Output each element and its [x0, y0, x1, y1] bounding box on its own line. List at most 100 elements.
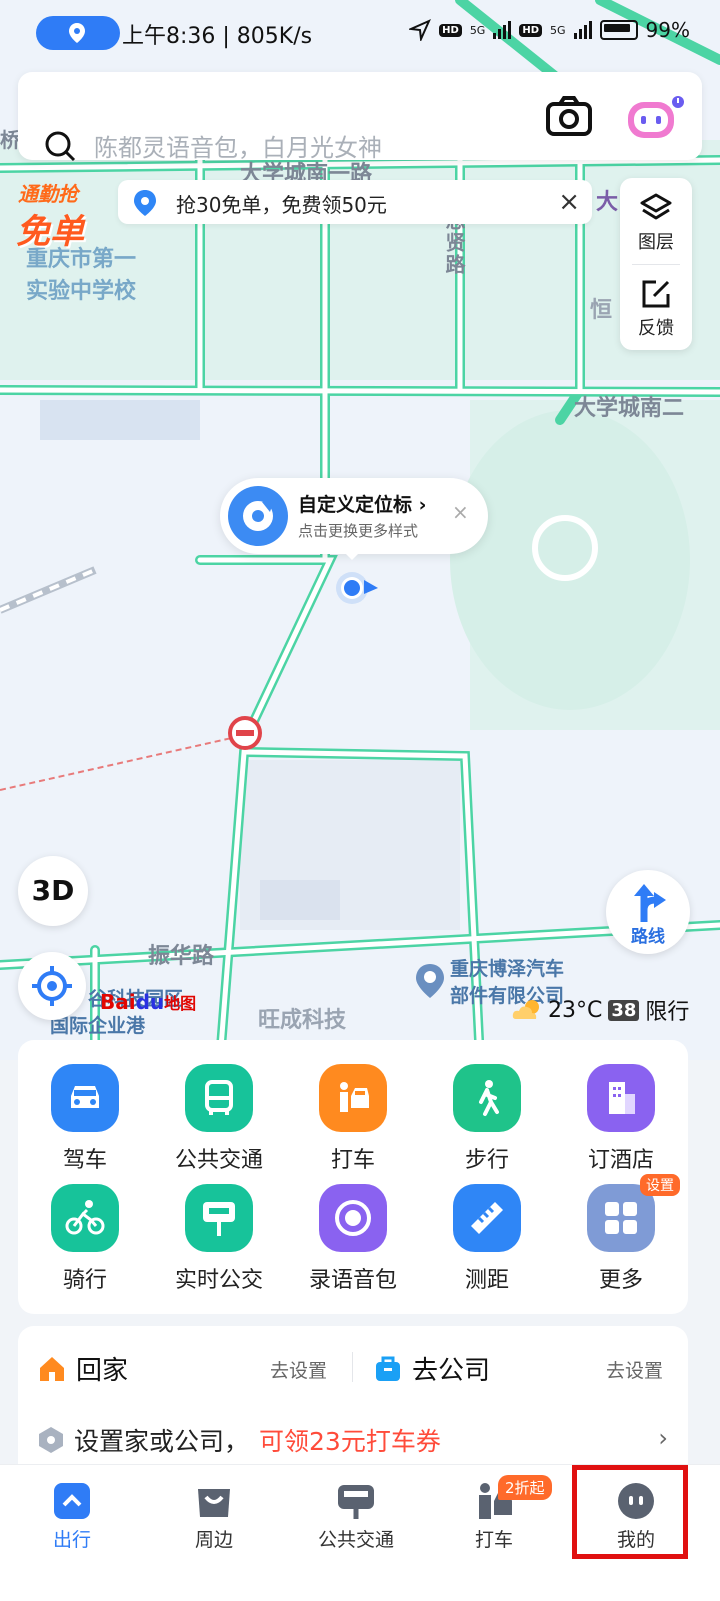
road-label: 大学城南二	[574, 396, 685, 421]
grid-item-taxi[interactable]: 打车	[286, 1040, 420, 1173]
locate-me-button[interactable]	[18, 952, 86, 1020]
set-home-tip[interactable]: 设置家或公司， 可领23元打车券	[38, 1422, 441, 1458]
3d-toggle-button[interactable]: 3D	[18, 856, 88, 926]
promo-badge-line1: 通勤抢	[18, 182, 78, 206]
hotel-icon	[587, 1064, 655, 1132]
grid-item-label: 更多	[598, 1268, 643, 1293]
temperature: 23°C	[548, 997, 603, 1023]
location-pill	[36, 16, 120, 50]
layers-button[interactable]: 图层	[620, 178, 692, 264]
tab-travel[interactable]: 出行	[0, 1465, 144, 1601]
promo-badge-line2: 免单	[16, 212, 84, 252]
grid-item-bike[interactable]: 骑行	[18, 1160, 152, 1293]
grid-item-label: 骑行	[62, 1268, 107, 1293]
poi-tech[interactable]: 旺成科技	[258, 1002, 346, 1034]
layers-icon	[640, 193, 672, 220]
promo-banner[interactable]: 抢30免单，免费领50元 ×	[118, 180, 592, 224]
custom-location-bubble[interactable]: 自定义定位标 › 点击更换更多样式 ×	[220, 478, 488, 560]
battery-level: 99%	[645, 18, 690, 42]
map-tools-panel: 图层 反馈	[620, 178, 692, 350]
network-label: 5G	[469, 23, 486, 37]
company-set-link[interactable]: 去设置	[606, 1356, 663, 1383]
grid-item-label: 实时公交	[174, 1268, 263, 1293]
home-company-card: 回家 去设置 去公司 去设置 设置家或公司， 可领23元打车券 ›	[18, 1326, 688, 1476]
settings-tag: 设置	[640, 1174, 680, 1196]
map-partial-label: 大	[596, 190, 619, 215]
tip-highlight: 可领23元打车券	[259, 1427, 441, 1456]
tab-transit[interactable]: 公共交通	[284, 1465, 428, 1601]
ruler-icon	[453, 1184, 521, 1252]
assistant-robot-icon[interactable]	[624, 96, 686, 142]
bottom-tab-bar: 出行 周边 公共交通 2折起 打车 我的	[0, 1464, 720, 1601]
divider	[352, 1352, 353, 1382]
location-pin-icon	[134, 190, 156, 216]
restriction-numbers: 38	[608, 999, 640, 1021]
map-partial-label: 恒	[590, 298, 613, 323]
search-icon	[45, 131, 76, 162]
bubble-close-icon[interactable]: ×	[452, 500, 469, 524]
navigation-arrow-icon	[409, 19, 432, 41]
record-icon	[319, 1184, 387, 1252]
bus-stop-icon	[185, 1184, 253, 1252]
close-icon[interactable]: ×	[558, 187, 580, 217]
search-input[interactable]: 陈都灵语音包，白月光女神	[94, 128, 382, 163]
search-bar[interactable]: 陈都灵语音包，白月光女神	[18, 72, 702, 163]
route-label: 路线	[631, 927, 665, 947]
status-indicators: HD 5G HD 5G 99%	[409, 18, 690, 42]
signal-icon	[493, 21, 512, 39]
status-time: 上午8:36 | 805K/s	[122, 24, 313, 49]
grid-item-drive[interactable]: 驾车	[18, 1040, 152, 1173]
briefcase-icon	[376, 1356, 400, 1381]
grid-item-label: 测距	[464, 1268, 509, 1293]
home-shortcut[interactable]: 回家	[38, 1350, 128, 1387]
discount-badge: 2折起	[498, 1475, 552, 1500]
bubble-subtitle: 点击更换更多样式	[298, 522, 419, 540]
grid-item-walk[interactable]: 步行	[420, 1040, 554, 1173]
hexagon-icon	[39, 1427, 63, 1453]
signal-icon	[573, 21, 592, 39]
transit-icon	[338, 1485, 374, 1519]
poi-pin-icon	[416, 964, 444, 998]
camera-icon[interactable]	[546, 96, 592, 136]
map-partial-label: 桥	[0, 128, 20, 152]
home-icon	[40, 1356, 64, 1381]
grid-item-realtime-bus[interactable]: 实时公交	[152, 1160, 286, 1293]
grid-item-measure[interactable]: 测距	[420, 1160, 554, 1293]
feedback-button[interactable]: 反馈	[620, 264, 692, 350]
grid-item-hotel[interactable]: 订酒店	[554, 1040, 688, 1173]
home-set-link[interactable]: 去设置	[270, 1356, 327, 1383]
tab-label: 公共交通	[317, 1529, 394, 1551]
status-bar: 上午8:36 | 805K/s HD 5G HD 5G 99%	[0, 0, 720, 68]
location-style-icon	[228, 486, 288, 546]
route-button[interactable]: 路线	[606, 870, 690, 954]
bike-icon	[51, 1184, 119, 1252]
chevron-right-icon[interactable]: ›	[658, 1424, 668, 1452]
road-label: 振华路	[148, 944, 215, 969]
tab-taxi[interactable]: 2折起 打车	[422, 1465, 566, 1601]
restriction-label: 限行	[645, 1000, 690, 1025]
battery-icon	[599, 20, 638, 40]
user-location-icon	[336, 572, 378, 604]
grid-item-record-voice[interactable]: 录语音包	[286, 1160, 420, 1293]
bubble-title: 自定义定位标 ›	[298, 494, 427, 516]
route-icon	[634, 884, 666, 922]
tab-label: 出行	[52, 1529, 91, 1551]
company-shortcut[interactable]: 去公司	[374, 1350, 490, 1387]
bus-icon	[185, 1064, 253, 1132]
layers-label: 图层	[638, 232, 674, 253]
grid-item-label: 录语音包	[308, 1268, 397, 1293]
hd-icon: HD	[519, 23, 543, 37]
grid-item-more[interactable]: 设置 更多	[554, 1160, 688, 1293]
function-grid: 驾车 公共交通 打车 步行 订酒店 骑行 实时公交 录语音包 测距 设置 更多	[18, 1040, 688, 1314]
tab-nearby[interactable]: 周边	[142, 1465, 286, 1601]
commute-promo-badge[interactable]: 通勤抢 免单	[12, 172, 120, 254]
highlight-box	[572, 1465, 688, 1559]
crosshair-icon	[32, 966, 72, 1006]
location-pin-icon	[69, 23, 85, 43]
tab-label: 打车	[474, 1529, 513, 1551]
walk-icon	[453, 1064, 521, 1132]
network-label: 5G	[550, 23, 566, 37]
grid-item-transit[interactable]: 公共交通	[152, 1040, 286, 1173]
weather-restriction[interactable]: 23°C 38 限行	[512, 994, 689, 1026]
tip-text: 设置家或公司，	[74, 1427, 250, 1456]
